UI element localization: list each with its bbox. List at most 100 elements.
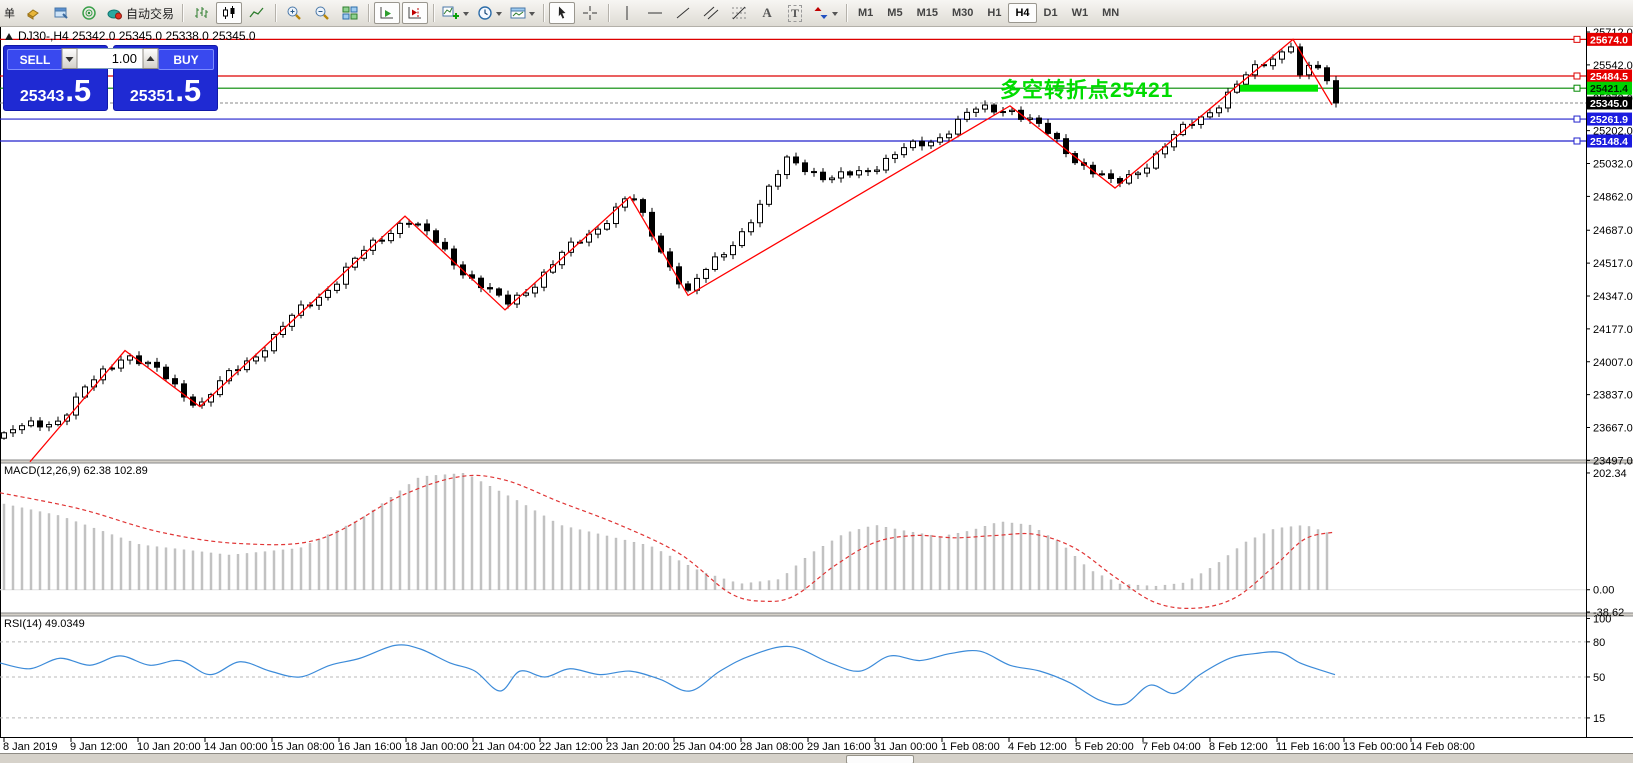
annotation-text: 多空转折点25421: [1000, 74, 1173, 104]
cursor-icon: [554, 5, 570, 21]
chart-shift-button[interactable]: [402, 2, 428, 24]
macd-tick-label: 0.00: [1593, 585, 1614, 597]
horizontal-line-tool-button[interactable]: [642, 2, 668, 24]
chart-canvas[interactable]: 25712.025542.025372.025202.025032.024862…: [0, 0, 1633, 763]
fibonacci-tool-button[interactable]: [726, 2, 752, 24]
clock-icon: [477, 5, 493, 21]
turning-point-highlight-bar[interactable]: [1240, 85, 1318, 92]
scrollbar-thumb[interactable]: [846, 755, 914, 763]
price-tick-label: 25032.0: [1593, 159, 1633, 171]
time-tick-label: 16 Jan 16:00: [338, 741, 402, 753]
text-label-tool-button[interactable]: T: [782, 2, 808, 24]
timeframe-M5-button[interactable]: M5: [880, 3, 909, 23]
chart-line-button[interactable]: [244, 2, 270, 24]
time-tick-label: 15 Jan 08:00: [271, 741, 335, 753]
price-tick-label: 24347.0: [1593, 291, 1633, 303]
timeframe-H4-button[interactable]: H4: [1008, 3, 1036, 23]
svg-text:25148.4: 25148.4: [1590, 136, 1628, 148]
time-tick-label: 28 Jan 08:00: [740, 741, 804, 753]
time-tick-label: 21 Jan 04:00: [472, 741, 536, 753]
timeframe-MN-button[interactable]: MN: [1095, 3, 1126, 23]
chevron-down-icon: [463, 12, 469, 19]
candlestick-chart-icon: [221, 5, 237, 21]
chart-candles-button[interactable]: [216, 2, 242, 24]
trendline-tool-button[interactable]: [670, 2, 696, 24]
time-tick-label: 23 Jan 20:00: [606, 741, 670, 753]
vertical-line-tool-button[interactable]: [614, 2, 640, 24]
time-tick-label: 9 Jan 12:00: [70, 741, 128, 753]
signals-button[interactable]: [76, 2, 102, 24]
volume-input[interactable]: 1.00: [77, 48, 142, 69]
caret-down-icon: [65, 57, 73, 66]
templates-button[interactable]: [507, 2, 538, 24]
svg-text:25261.9: 25261.9: [1590, 114, 1628, 126]
timeframe-M1-button[interactable]: M1: [851, 3, 880, 23]
cursor-button[interactable]: [549, 2, 575, 24]
timeframe-toolbar: M1M5M15M30H1H4D1W1MN: [851, 3, 1126, 23]
toolbar-separator: [608, 4, 609, 22]
rsi-indicator-label: RSI(14) 49.0349: [4, 618, 85, 630]
horizontal-line-icon: [647, 5, 663, 21]
autotrading-button[interactable]: 自动交易: [104, 2, 177, 24]
chart-bars-button[interactable]: [188, 2, 214, 24]
new-order-button[interactable]: 单: [1, 2, 18, 24]
zoom-in-button[interactable]: [281, 2, 307, 24]
text-label-tool-label: T: [788, 5, 802, 22]
svg-text:25345.0: 25345.0: [1590, 98, 1628, 110]
chart-shift-icon: [407, 5, 423, 21]
time-tick-label: 13 Feb 00:00: [1343, 741, 1408, 753]
chart-horizontal-scrollbar[interactable]: [0, 753, 1633, 763]
gold-cube-icon: [25, 5, 41, 21]
one-click-trading-panel: SELL 25343 .5 BUY 25351 .5 1.00: [3, 45, 216, 111]
periods-button[interactable]: [474, 2, 505, 24]
text-tool-label: A: [762, 5, 771, 21]
arrows-tool-button[interactable]: [810, 2, 841, 24]
template-icon: [510, 5, 526, 21]
buy-button[interactable]: BUY: [158, 49, 214, 70]
price-tick-label: 24687.0: [1593, 225, 1633, 237]
time-tick-label: 7 Feb 04:00: [1142, 741, 1201, 753]
rsi-tick-label: 80: [1593, 637, 1605, 649]
svg-text:25421.4: 25421.4: [1590, 83, 1628, 95]
sell-button[interactable]: SELL: [7, 49, 63, 70]
price-tick-label: 24862.0: [1593, 191, 1633, 203]
text-tool-button[interactable]: A: [754, 2, 780, 24]
toolbar-separator: [543, 4, 544, 22]
auto-scroll-button[interactable]: [374, 2, 400, 24]
gold-cube-button[interactable]: [20, 2, 46, 24]
timeframe-M15-button[interactable]: M15: [910, 3, 945, 23]
chevron-down-icon: [832, 12, 838, 19]
price-tick-label: 23667.0: [1593, 423, 1633, 435]
zoom-out-button[interactable]: [309, 2, 335, 24]
vertical-line-icon: [619, 5, 635, 21]
data-window-button[interactable]: [48, 2, 74, 24]
svg-text:25674.0: 25674.0: [1590, 34, 1628, 46]
zoom-out-icon: [314, 5, 330, 21]
timeframe-H1-button[interactable]: H1: [980, 3, 1008, 23]
volume-increase-button[interactable]: [142, 48, 158, 69]
rsi-tick-label: 15: [1593, 713, 1605, 725]
tile-windows-button[interactable]: [337, 2, 363, 24]
volume-stepper: 1.00: [61, 48, 158, 69]
zoom-in-icon: [286, 5, 302, 21]
time-tick-label: 29 Jan 16:00: [807, 741, 871, 753]
rsi-tick-label: 100: [1593, 613, 1611, 625]
timeframe-M30-button[interactable]: M30: [945, 3, 980, 23]
crosshair-button[interactable]: [577, 2, 603, 24]
terminal-window: 单 自动交易: [0, 0, 1633, 763]
channel-icon: [703, 5, 719, 21]
sell-price-frac: .5: [65, 73, 91, 109]
timeframe-W1-button[interactable]: W1: [1065, 3, 1096, 23]
volume-decrease-button[interactable]: [61, 48, 77, 69]
equidistant-channel-tool-button[interactable]: [698, 2, 724, 24]
line-chart-icon: [249, 5, 265, 21]
price-tick-label: 23837.0: [1593, 390, 1633, 402]
main-toolbar: 单 自动交易: [0, 0, 1633, 27]
price-tick-label: 24517.0: [1593, 258, 1633, 270]
new-chart-button[interactable]: [439, 2, 472, 24]
timeframe-D1-button[interactable]: D1: [1037, 3, 1065, 23]
macd-indicator-label: MACD(12,26,9) 62.38 102.89: [4, 465, 148, 477]
time-tick-label: 18 Jan 00:00: [405, 741, 469, 753]
time-tick-label: 10 Jan 20:00: [137, 741, 201, 753]
rsi-tick-label: 50: [1593, 672, 1605, 684]
